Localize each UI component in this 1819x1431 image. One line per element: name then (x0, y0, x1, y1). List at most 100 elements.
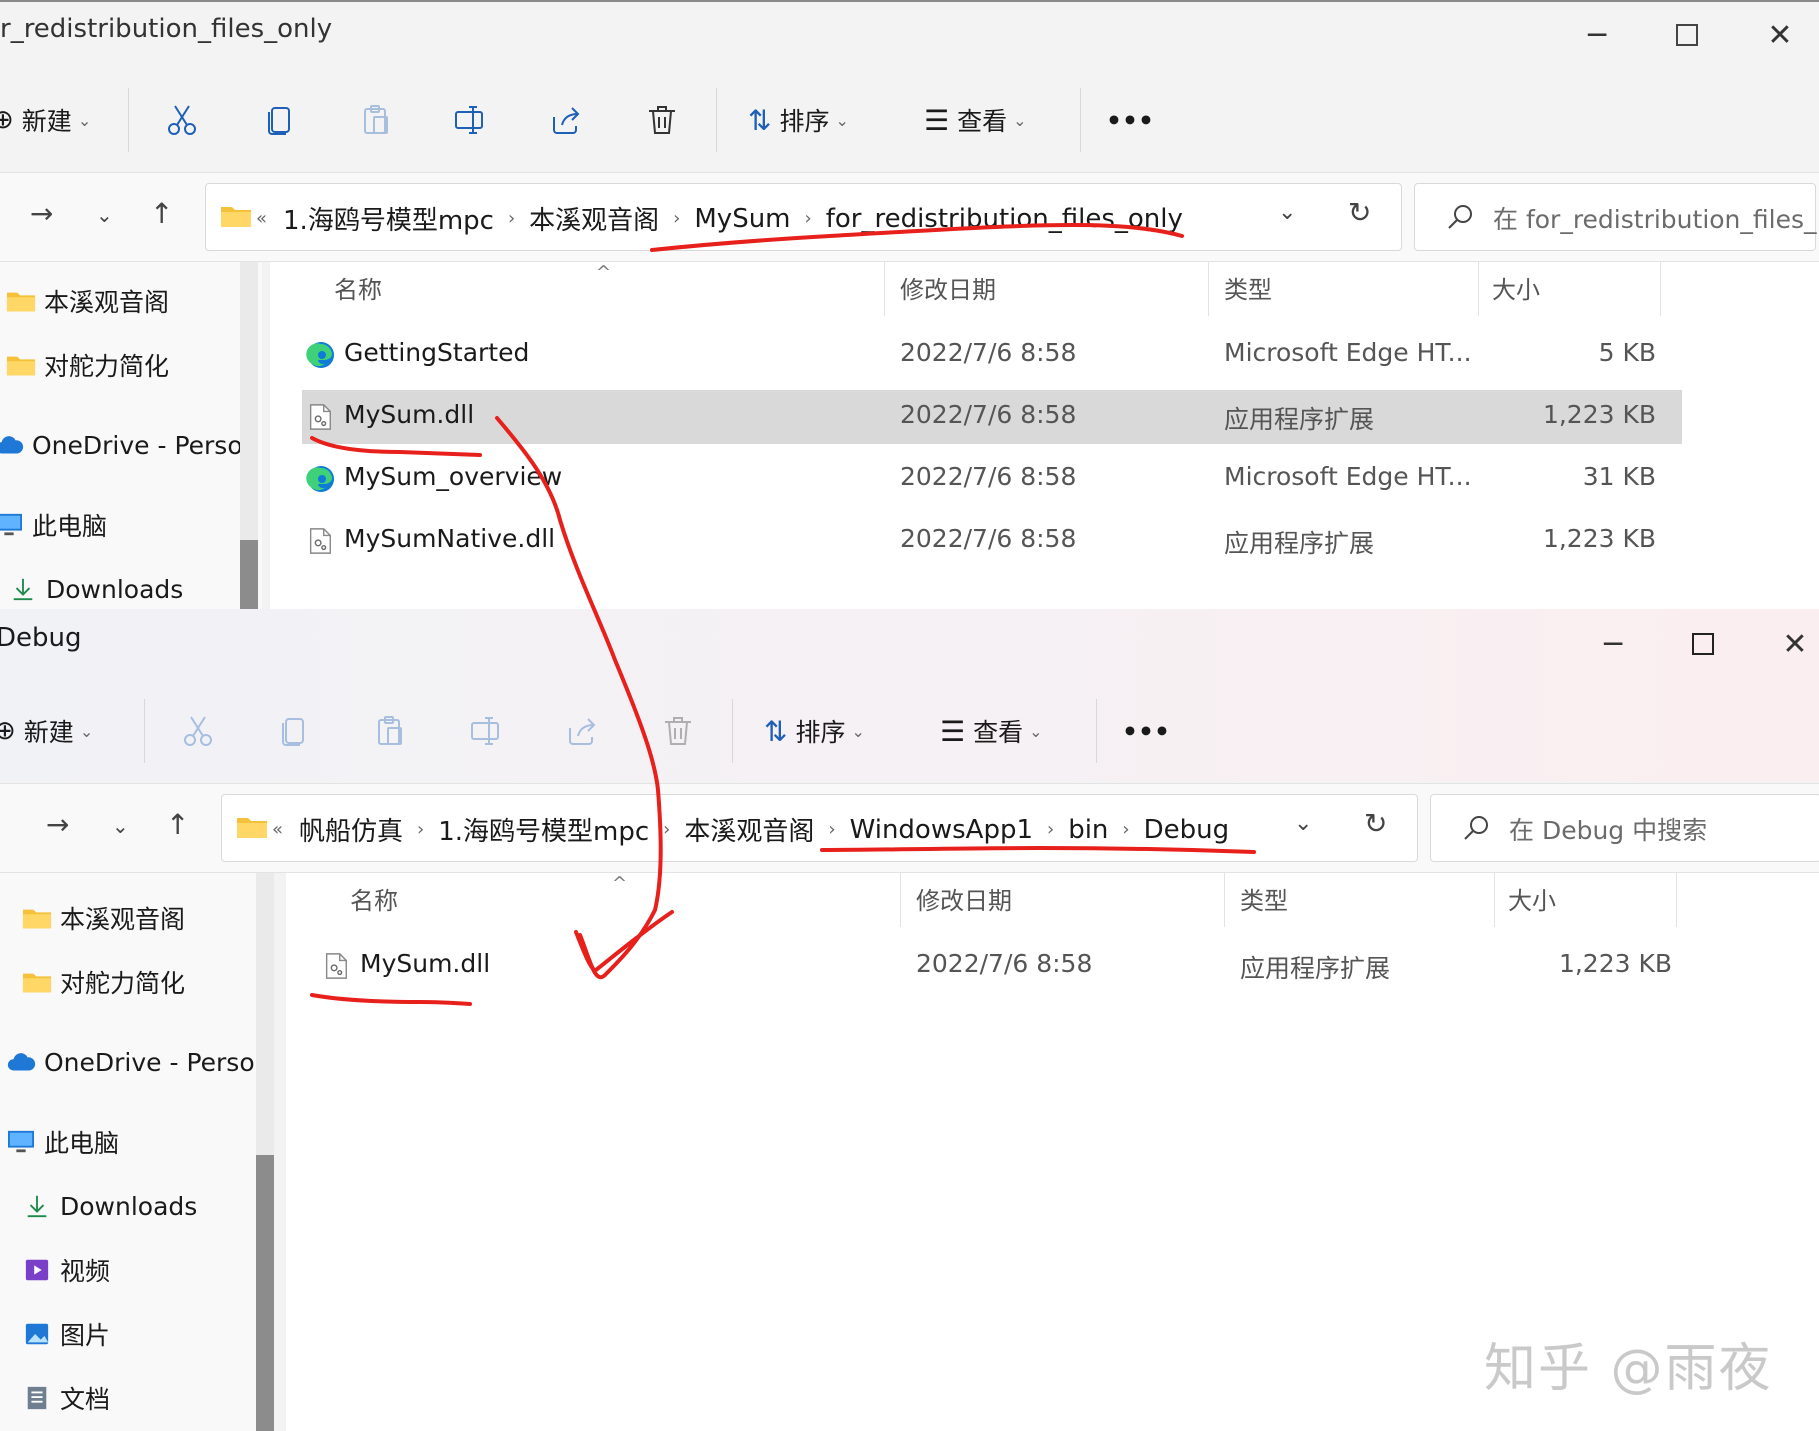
view-button[interactable]: ☰ 查看 ⌄ (924, 90, 1027, 150)
sidebar-item[interactable]: 本溪观音阁 (6, 276, 169, 326)
sidebar-item[interactable]: 对舵力简化 (22, 957, 185, 1007)
folder-icon (6, 350, 36, 380)
file-type: Microsoft Edge HT... (1224, 338, 1472, 367)
file-row[interactable]: MySum_overview 2022/7/6 8:58 Microsoft Edg… (302, 452, 1682, 506)
file-row[interactable]: MySumNative.dll 2022/7/6 8:58 应用程序扩展 1,223 … (302, 514, 1682, 568)
delete-button[interactable] (656, 701, 700, 761)
breadcrumb-separator-chevron-icon[interactable]: › (828, 819, 835, 840)
maximize-button[interactable] (1668, 619, 1738, 669)
address-history-chevron-icon[interactable]: ⌄ (1278, 200, 1296, 225)
delete-button[interactable] (640, 90, 684, 150)
sidebar-item[interactable]: 图片 (22, 1309, 110, 1359)
explorer-window-top: r_redistribution_files_only ─ ✕ ⊕ 新建 ⌄ ⇅… (0, 0, 1819, 610)
share-button[interactable] (560, 701, 604, 761)
file-row[interactable]: GettingStarted 2022/7/6 8:58 Microsoft Edg… (302, 328, 1682, 382)
breadcrumb-separator-chevron-icon[interactable]: › (1047, 819, 1054, 840)
column-header-type[interactable]: 类型 (1224, 270, 1272, 305)
sidebar-item[interactable]: OneDrive - Persor (0, 420, 253, 470)
close-button[interactable]: ✕ (1760, 619, 1819, 669)
breadcrumb-item[interactable]: 帆船仿真 (299, 811, 403, 848)
address-history-chevron-icon[interactable]: ⌄ (1294, 811, 1312, 836)
breadcrumb-item[interactable]: MySum (694, 204, 790, 234)
address-row: → ⌄ ↑ « 帆船仿真 › 1.海鸥号模型mpc › 本溪观音阁 › WindowsApp1… (0, 783, 1819, 873)
window-title: r_redistribution_files_only (0, 14, 333, 44)
share-button[interactable] (544, 90, 588, 150)
sort-label: 排序 (779, 107, 830, 136)
breadcrumb-separator-chevron-icon[interactable]: › (663, 819, 670, 840)
column-header-name[interactable]: 名称 (334, 270, 382, 305)
address-bar[interactable]: « 1.海鸥号模型mpc › 本溪观音阁 › MySum › for_redistributi… (205, 183, 1402, 251)
sort-button[interactable]: ⇅ 排序 ⌄ (748, 90, 849, 150)
sidebar-scrollbar-thumb[interactable] (240, 540, 258, 610)
file-size: 1,223 KB (1542, 400, 1656, 429)
search-box[interactable]: 在 Debug 中搜索 (1430, 794, 1819, 862)
minimize-button[interactable]: ─ (1562, 10, 1632, 60)
forward-arrow-icon[interactable]: → (46, 808, 69, 841)
up-arrow-icon[interactable]: ↑ (166, 808, 189, 841)
breadcrumb: « 1.海鸥号模型mpc › 本溪观音阁 › MySum › for_redistributi… (256, 200, 1183, 237)
forward-arrow-icon[interactable]: → (30, 197, 53, 230)
breadcrumb-overflow-chevron-icon[interactable]: « (256, 208, 267, 229)
refresh-icon[interactable]: ↻ (1364, 807, 1387, 840)
breadcrumb-item[interactable]: 本溪观音阁 (684, 811, 814, 848)
more-options-button[interactable]: ••• (1106, 90, 1154, 150)
recent-locations-chevron-icon[interactable]: ⌄ (96, 203, 113, 227)
sidebar-item[interactable]: 对舵力简化 (6, 340, 169, 390)
up-arrow-icon[interactable]: ↑ (150, 197, 173, 230)
new-button[interactable]: ⊕ 新建 ⌄ (0, 701, 93, 761)
breadcrumb-item[interactable]: for_redistribution_files_only (826, 204, 1183, 234)
breadcrumb-item[interactable]: 1.海鸥号模型mpc (283, 200, 494, 237)
refresh-icon[interactable]: ↻ (1348, 196, 1371, 229)
breadcrumb-separator-chevron-icon[interactable]: › (673, 208, 680, 229)
breadcrumb-separator-chevron-icon[interactable]: › (805, 208, 812, 229)
sidebar-item[interactable]: Downloads (22, 1181, 197, 1231)
sidebar-item[interactable]: 此电脑 (6, 1117, 119, 1167)
sidebar-item[interactable]: 视频 (22, 1245, 110, 1295)
cut-button[interactable] (160, 90, 204, 150)
folder-icon (221, 207, 251, 227)
recent-locations-chevron-icon[interactable]: ⌄ (112, 814, 129, 838)
more-options-button[interactable]: ••• (1122, 701, 1170, 761)
address-bar[interactable]: « 帆船仿真 › 1.海鸥号模型mpc › 本溪观音阁 › WindowsApp1 › bin › D… (221, 794, 1418, 862)
close-button[interactable]: ✕ (1745, 10, 1815, 60)
sidebar-item[interactable]: 文档 (22, 1373, 110, 1423)
sort-button[interactable]: ⇅ 排序 ⌄ (764, 701, 865, 761)
paste-button[interactable] (354, 90, 398, 150)
column-header-modified[interactable]: 修改日期 (916, 881, 1012, 916)
sidebar-scrollbar-thumb[interactable] (256, 1155, 274, 1431)
column-header-type[interactable]: 类型 (1240, 881, 1288, 916)
column-header-size[interactable]: 大小 (1492, 270, 1540, 305)
maximize-button[interactable] (1652, 10, 1722, 60)
paste-button[interactable] (368, 701, 412, 761)
breadcrumb-item[interactable]: WindowsApp1 (850, 815, 1033, 845)
sidebar-item[interactable]: Downloads (8, 564, 183, 610)
edge-icon (306, 464, 336, 494)
breadcrumb-item[interactable]: bin (1068, 815, 1108, 845)
breadcrumb-item[interactable]: 1.海鸥号模型mpc (438, 811, 649, 848)
breadcrumb-separator-chevron-icon[interactable]: › (1122, 819, 1129, 840)
breadcrumb-separator-chevron-icon[interactable]: › (508, 208, 515, 229)
sidebar-item[interactable]: OneDrive - Persor (6, 1037, 265, 1087)
sidebar-item[interactable]: 此电脑 (0, 500, 107, 550)
plus-icon: ⊕ (0, 105, 14, 135)
breadcrumb-item[interactable]: 本溪观音阁 (529, 200, 659, 237)
file-row[interactable]: MySum.dll 2022/7/6 8:58 应用程序扩展 1,223 KB (318, 939, 1698, 993)
copy-button[interactable] (272, 701, 316, 761)
column-header-modified[interactable]: 修改日期 (900, 270, 996, 305)
view-label: 查看 (957, 107, 1008, 136)
copy-button[interactable] (258, 90, 302, 150)
minimize-button[interactable]: ─ (1578, 619, 1648, 669)
sidebar-item[interactable]: 本溪观音阁 (22, 893, 185, 943)
view-button[interactable]: ☰ 查看 ⌄ (940, 701, 1043, 761)
rename-button[interactable] (448, 90, 492, 150)
column-header-name[interactable]: 名称 (350, 881, 398, 916)
breadcrumb-separator-chevron-icon[interactable]: › (417, 819, 424, 840)
column-header-size[interactable]: 大小 (1508, 881, 1556, 916)
breadcrumb-overflow-chevron-icon[interactable]: « (272, 819, 283, 840)
breadcrumb-item[interactable]: Debug (1144, 815, 1230, 845)
new-button[interactable]: ⊕ 新建 ⌄ (0, 90, 91, 150)
cut-button[interactable] (176, 701, 220, 761)
search-box[interactable]: 在 for_redistribution_files_... (1414, 183, 1819, 251)
file-row[interactable]: MySum.dll 2022/7/6 8:58 应用程序扩展 1,223 KB (302, 390, 1682, 444)
rename-button[interactable] (464, 701, 508, 761)
